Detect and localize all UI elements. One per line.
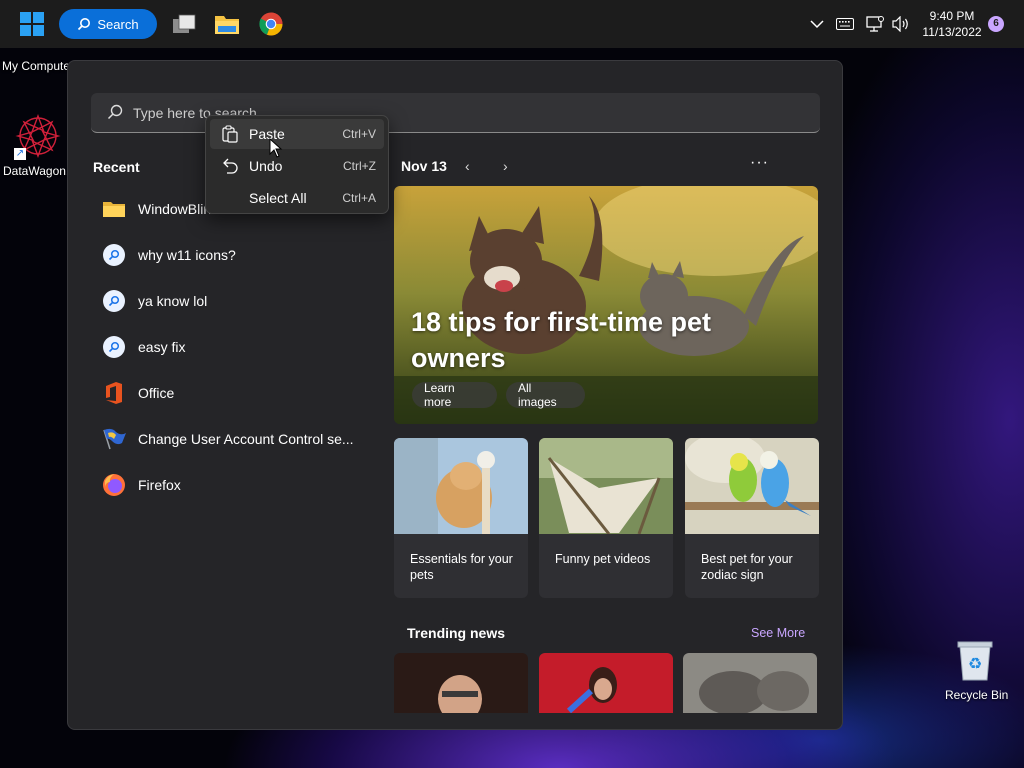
context-menu-label: Select All xyxy=(249,190,307,206)
taskbar: Search 9:40 PM 11/13/2022 6 xyxy=(0,0,1024,48)
notification-badge[interactable]: 6 xyxy=(988,16,1004,32)
chevron-left-icon[interactable]: ‹ xyxy=(465,158,470,174)
web-search-badge xyxy=(103,244,125,266)
hero-card[interactable]: 18 tips for first-time pet owners Learn … xyxy=(394,186,818,424)
recent-item-label: Change User Account Control se... xyxy=(138,431,354,447)
recent-item-label: Firefox xyxy=(138,477,181,493)
uac-flag-icon xyxy=(102,427,126,451)
recent-title: Recent xyxy=(93,159,140,175)
taskbar-clock[interactable]: 9:40 PM 11/13/2022 xyxy=(918,8,986,40)
news-card-1[interactable] xyxy=(394,653,528,713)
chrome-icon[interactable] xyxy=(259,12,283,36)
card-image-chair xyxy=(539,438,673,535)
web-search-icon xyxy=(102,243,126,267)
paste-icon xyxy=(222,125,238,143)
context-menu-undo[interactable]: Undo Ctrl+Z xyxy=(210,151,384,181)
news-image-3 xyxy=(683,653,817,713)
desktop-icon-label: Recycle Bin xyxy=(945,688,1009,702)
recent-item-label: ya know lol xyxy=(138,293,208,309)
taskbar-search-button[interactable]: Search xyxy=(59,9,157,39)
mouse-cursor-icon xyxy=(269,138,283,158)
folder-icon xyxy=(102,197,126,221)
card-image-budgies xyxy=(685,438,819,534)
windows-logo-pane xyxy=(33,12,44,23)
recycle-bin-icon: ♻ xyxy=(957,641,993,681)
recent-item-uac[interactable]: Change User Account Control se... xyxy=(102,421,372,457)
recent-item-label: why w11 icons? xyxy=(138,247,236,263)
keyboard-icon[interactable] xyxy=(836,18,854,30)
context-menu-shortcut: Ctrl+Z xyxy=(343,159,376,173)
desktop-icon-recycle-bin[interactable]: ♻ Recycle Bin xyxy=(940,638,1010,704)
chevron-right-icon[interactable]: › xyxy=(503,158,508,174)
context-menu-shortcut: Ctrl+A xyxy=(342,191,376,205)
task-view-icon[interactable] xyxy=(172,13,196,35)
search-panel: Type here to search Recent WindowBlinds … xyxy=(67,60,843,730)
news-date: Nov 13 xyxy=(401,158,447,174)
context-menu-paste[interactable]: Paste Ctrl+V xyxy=(210,119,384,149)
undo-icon xyxy=(223,158,238,174)
search-input[interactable]: Type here to search xyxy=(91,93,820,133)
recent-item-label: easy fix xyxy=(138,339,186,355)
chevron-up-icon[interactable] xyxy=(810,19,824,29)
hero-title: 18 tips for first-time pet owners xyxy=(411,307,712,373)
web-search-icon xyxy=(102,335,126,359)
svg-text:♻: ♻ xyxy=(968,654,982,673)
web-search-badge xyxy=(103,290,125,312)
card-caption: Essentials for your pets xyxy=(410,552,513,582)
windows-logo-pane xyxy=(33,25,44,36)
volume-icon[interactable] xyxy=(892,16,910,32)
web-search-badge xyxy=(103,336,125,358)
more-options-button[interactable]: ··· xyxy=(750,154,769,172)
recent-item-easy-fix[interactable]: easy fix xyxy=(102,329,372,365)
file-explorer-icon[interactable] xyxy=(214,12,240,36)
news-image-2 xyxy=(539,653,673,713)
windows-logo-icon xyxy=(20,12,31,23)
context-menu: Paste Ctrl+V Undo Ctrl+Z Select All Ctrl… xyxy=(205,115,389,214)
context-menu-select-all[interactable]: Select All Ctrl+A xyxy=(210,183,384,213)
context-menu-shortcut: Ctrl+V xyxy=(342,127,376,141)
learn-more-button[interactable]: Learn more xyxy=(412,381,497,409)
search-icon xyxy=(78,18,91,31)
recent-item-label: Office xyxy=(138,385,175,401)
recent-item-firefox[interactable]: Firefox xyxy=(102,467,372,503)
all-images-button[interactable]: All images xyxy=(506,381,585,409)
recent-item-why-w11-icons[interactable]: why w11 icons? xyxy=(102,237,372,273)
desktop-icon-label: DataWagon... xyxy=(3,164,76,178)
news-card-3[interactable] xyxy=(683,653,817,713)
windows-logo-pane xyxy=(20,25,31,36)
see-more-link[interactable]: See More xyxy=(751,626,805,640)
start-button[interactable] xyxy=(20,12,44,36)
search-button-label: Search xyxy=(97,16,139,32)
web-search-icon xyxy=(102,289,126,313)
recent-item-ya-know-lol[interactable]: ya know lol xyxy=(102,283,372,319)
card-essentials[interactable]: Essentials for your pets xyxy=(394,438,528,598)
card-zodiac[interactable]: Best pet for your zodiac sign xyxy=(685,438,819,598)
card-caption: Best pet for your zodiac sign xyxy=(701,552,793,582)
search-icon xyxy=(107,104,123,120)
network-icon[interactable] xyxy=(866,16,884,32)
card-caption: Funny pet videos xyxy=(555,552,651,566)
news-image-1 xyxy=(394,653,528,713)
news-card-2[interactable] xyxy=(539,653,673,713)
trending-news-title: Trending news xyxy=(407,625,506,641)
recent-item-office[interactable]: Office xyxy=(102,375,372,411)
clock-date: 11/13/2022 xyxy=(922,25,982,39)
office-icon xyxy=(102,381,126,405)
firefox-icon xyxy=(102,473,126,497)
context-menu-label: Undo xyxy=(249,158,283,174)
card-image-cat xyxy=(394,438,528,534)
card-funny-videos[interactable]: Funny pet videos xyxy=(539,438,673,598)
desktop-icon-label: My Computer xyxy=(2,59,75,73)
clock-time: 9:40 PM xyxy=(929,9,975,23)
shortcut-arrow-icon: ↗ xyxy=(14,148,26,160)
desktop-icon-datawagon[interactable]: ↗ DataWagon... xyxy=(0,110,76,180)
